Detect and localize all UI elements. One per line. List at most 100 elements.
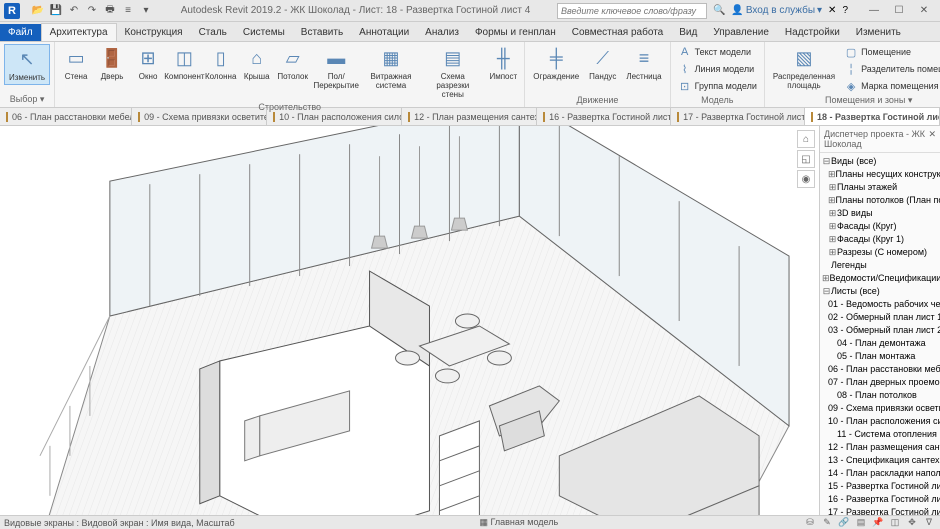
minimize-button[interactable]: — [862,2,886,20]
ribbon-tab-5[interactable]: Вставить [293,24,351,41]
ribbon-button[interactable]: ╫Импост [486,44,520,83]
tree-node[interactable]: 08 - План потолков [820,389,940,402]
tree-node[interactable]: 11 - Система отопления [820,428,940,441]
save-icon[interactable]: 💾 [48,3,64,19]
exchange-icon[interactable]: ✕ [828,5,836,16]
workset-icon[interactable]: ⛁ [803,517,817,528]
ribbon-tab-7[interactable]: Анализ [417,24,467,41]
document-tab[interactable]: 18 - Развертка Гостиной лист 4× [805,108,940,125]
panel-close-icon[interactable]: ✕ [928,129,936,149]
undo-icon[interactable]: ↶ [66,3,82,19]
ribbon-button-small[interactable]: ╎Разделитель помещений [841,61,940,77]
ribbon-button[interactable]: ≡Лестница [622,44,665,83]
ribbon-button[interactable]: ◫Компонент [167,44,202,83]
drawing-viewport[interactable]: ⌂ ◱ ◉ [0,126,820,515]
document-tab[interactable]: 09 - Схема привязки осветитель…× [132,108,267,125]
ribbon-button[interactable]: ╪Ограждение [529,44,583,83]
document-tab[interactable]: 06 - План расстановки мебели× [0,108,132,125]
ribbon-tab-4[interactable]: Системы [235,24,293,41]
ribbon-button-small[interactable]: ◈Марка помещения [841,78,940,94]
tree-node[interactable]: 05 - План монтажа [820,350,940,363]
tree-node[interactable]: 04 - План демонтажа [820,337,940,350]
ribbon-tab-11[interactable]: Управление [705,24,777,41]
tree-node[interactable]: Легенды [820,259,940,272]
tree-node[interactable]: 02 - Обмерный план лист 1 [820,311,940,324]
ribbon-tab-0[interactable]: Файл [0,24,41,41]
expand-icon[interactable]: ⊞ [828,234,837,245]
filter-icon[interactable]: ∇ [922,517,936,528]
ribbon-tab-12[interactable]: Надстройки [777,24,848,41]
ribbon-button[interactable]: ▤Схема разрезки стены [421,44,484,101]
qat-dropdown-icon[interactable]: ▾ [138,3,154,19]
expand-icon[interactable]: ⊞ [828,247,837,258]
tree-node[interactable]: 15 - Развертка Гостиной лист 1 [820,480,940,493]
ribbon-button[interactable]: ▦Витражная система [363,44,420,92]
tree-node[interactable]: 07 - План дверных проемов [820,376,940,389]
tree-node[interactable]: 09 - Схема привязки осветител [820,402,940,415]
select-links-icon[interactable]: 🔗 [837,517,851,528]
tree-node[interactable]: ⊟Листы (все) [820,285,940,298]
select-underlay-icon[interactable]: ▤ [854,517,868,528]
expand-icon[interactable]: ⊞ [822,273,830,284]
help-icon[interactable]: ? [842,5,848,16]
project-tree[interactable]: ⊟Виды (все)⊞Планы несущих конструкций⊞Пл… [820,153,940,515]
tree-node[interactable]: 17 - Развертка Гостиной лист 3 [820,506,940,515]
tree-node[interactable]: ⊞Ведомости/Спецификации (все) [820,272,940,285]
tree-node[interactable]: 16 - Развертка Гостиной лист 2 [820,493,940,506]
ribbon-button[interactable]: ↖Изменить [4,44,50,85]
expand-icon[interactable]: ⊞ [828,195,836,206]
sign-in-link[interactable]: 👤 Вход в службы ▾ [731,5,822,16]
ribbon-button[interactable]: ⌂Крыша [240,44,274,83]
close-button[interactable]: ✕ [912,2,936,20]
ribbon-button[interactable]: ▱Потолок [276,44,310,83]
select-face-icon[interactable]: ◫ [888,517,902,528]
ribbon-button[interactable]: ▧Распределенная площадь [769,44,839,92]
ribbon-button-small[interactable]: AТекст модели [675,44,760,60]
ribbon-tab-8[interactable]: Формы и генплан [467,24,564,41]
ribbon-tab-13[interactable]: Изменить [848,24,909,41]
expand-icon[interactable]: ⊞ [828,169,836,180]
ribbon-button[interactable]: ▯Колонна [204,44,238,83]
tree-node[interactable]: 03 - Обмерный план лист 2 [820,324,940,337]
tree-node[interactable]: ⊟Виды (все) [820,155,940,168]
ribbon-button[interactable]: ⊞Окно [131,44,165,83]
tree-node[interactable]: 12 - План размещения сантехни [820,441,940,454]
tree-node[interactable]: ⊞Планы потолков (План потолк [820,194,940,207]
ribbon-button-small[interactable]: ⌇Линия модели [675,61,760,77]
tree-node[interactable]: ⊞3D виды [820,207,940,220]
expand-icon[interactable]: ⊞ [828,182,837,193]
ribbon-button[interactable]: 🚪Дверь [95,44,129,83]
open-icon[interactable]: 📂 [30,3,46,19]
ribbon-tab-10[interactable]: Вид [671,24,705,41]
nav-cube-icon[interactable]: ◱ [797,150,815,168]
tree-node[interactable]: 06 - План расстановки мебели [820,363,940,376]
ribbon-button-small[interactable]: ⊡Группа модели [675,78,760,94]
tree-node[interactable]: ⊞Фасады (Круг) [820,220,940,233]
ribbon-button-small[interactable]: ▢Помещение [841,44,940,60]
ribbon-tab-2[interactable]: Конструкция [117,24,191,41]
tree-node[interactable]: ⊞Планы этажей [820,181,940,194]
ribbon-button[interactable]: ▭Стена [59,44,93,83]
expand-icon[interactable]: ⊟ [822,156,831,167]
ribbon-button[interactable]: ▬Пол/Перекрытие [312,44,361,92]
tree-node[interactable]: 01 - Ведомость рабочих чертеж [820,298,940,311]
nav-wheel-icon[interactable]: ◉ [797,170,815,188]
document-tab[interactable]: 10 - План расположения силово…× [267,108,402,125]
ribbon-tab-6[interactable]: Аннотации [351,24,417,41]
ribbon-tab-3[interactable]: Сталь [191,24,235,41]
editable-only-icon[interactable]: ✎ [820,517,834,528]
maximize-button[interactable]: ☐ [887,2,911,20]
keyword-search-input[interactable] [557,3,707,19]
tree-node[interactable]: 14 - План раскладки напольног [820,467,940,480]
selection-filter-icon[interactable]: ▦ [479,517,488,527]
sync-icon[interactable]: ≡ [120,3,136,19]
expand-icon[interactable]: ⊞ [828,221,837,232]
tree-node[interactable]: ⊞Разрезы (С номером) [820,246,940,259]
tree-node[interactable]: 13 - Спецификация сантехничес [820,454,940,467]
tree-node[interactable]: 10 - План расположения силов [820,415,940,428]
select-pinned-icon[interactable]: 📌 [871,517,885,528]
redo-icon[interactable]: ↷ [84,3,100,19]
drag-elements-icon[interactable]: ✥ [905,517,919,528]
nav-home-icon[interactable]: ⌂ [797,130,815,148]
ribbon-button[interactable]: ⟋Пандус [585,44,620,83]
